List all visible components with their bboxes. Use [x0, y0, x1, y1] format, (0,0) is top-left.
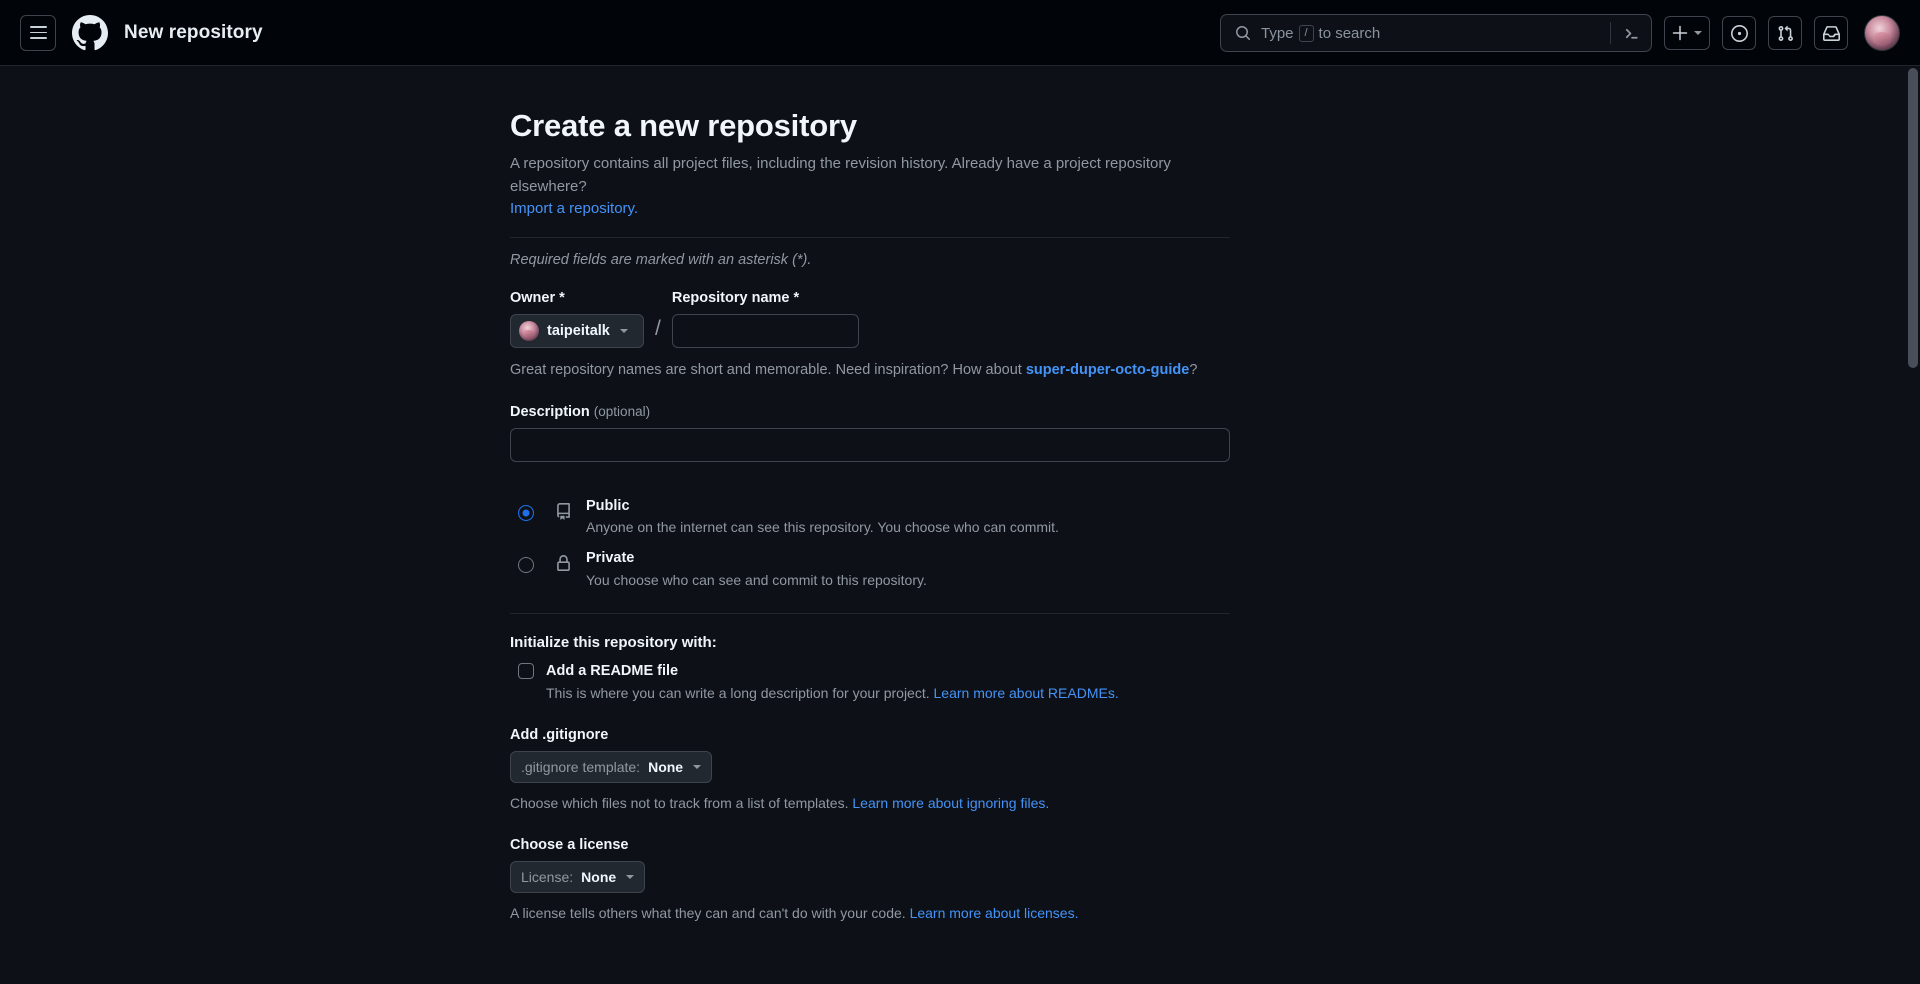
description-input[interactable] [510, 427, 1230, 462]
license-note-text: A license tells others what they can and… [510, 905, 906, 921]
search-placeholder: Type / to search [1261, 24, 1610, 42]
gitignore-dropdown-prefix: .gitignore template: [521, 759, 641, 775]
repository-name-hint-prefix: Great repository names are short and mem… [510, 361, 1022, 378]
owner-name-separator: / [655, 316, 661, 340]
repository-name-label: Repository name * [671, 289, 800, 306]
readme-learn-more-link[interactable]: Learn more about READMEs. [934, 685, 1119, 701]
private-title: Private [586, 550, 635, 567]
repository-name-hint: Great repository names are short and mem… [510, 362, 1390, 378]
avatar[interactable] [1864, 15, 1900, 51]
required-fields-note: Required fields are marked with an aster… [510, 251, 812, 268]
readme-label: Add a README file [546, 663, 679, 679]
page-scrollbar[interactable] [1906, 66, 1920, 984]
global-header: New repository Type / to search [0, 0, 1920, 66]
header-left-group: New repository [20, 14, 263, 51]
terminal-icon[interactable] [1611, 14, 1651, 52]
page-description: A repository contains all project files,… [510, 153, 1240, 221]
license-note: A license tells others what they can and… [510, 905, 1390, 921]
divider [510, 613, 1230, 614]
search-icon [1235, 25, 1251, 41]
owner-and-name-row: Owner * taipeitalk / Repository name * [510, 290, 1390, 348]
chevron-down-icon [619, 328, 628, 333]
import-repository-link[interactable]: Import a repository. [510, 200, 638, 217]
new-repository-form: Create a new repository A repository con… [510, 66, 1390, 921]
public-radio[interactable] [518, 504, 534, 521]
private-description: You choose who can see and commit to thi… [586, 572, 927, 588]
license-dropdown-prefix: License: [521, 869, 574, 885]
repository-name-hint-suffix: ? [1189, 361, 1198, 378]
search-placeholder-suffix: to search [1318, 24, 1381, 42]
owner-label: Owner * [510, 289, 565, 306]
license-section: Choose a license License: None A license… [510, 837, 1390, 921]
initialize-title: Initialize this repository with: [510, 634, 717, 651]
readme-description-text: This is where you can write a long descr… [546, 685, 930, 701]
create-new-button[interactable] [1664, 16, 1710, 50]
page-description-text: A repository contains all project files,… [510, 155, 1171, 195]
description-field: Description (optional) [510, 404, 1390, 462]
public-option-text: Public Anyone on the internet can see th… [586, 494, 1059, 539]
gitignore-label: Add .gitignore [510, 727, 609, 743]
visibility-option-public[interactable]: Public Anyone on the internet can see th… [510, 490, 1390, 543]
public-title: Public [586, 497, 630, 514]
repository-name-suggestion-link[interactable]: super-duper-octo-guide [1026, 362, 1190, 378]
initialize-section: Initialize this repository with: Add a R… [510, 634, 1390, 701]
license-dropdown-value: None [581, 869, 617, 885]
license-learn-more-link[interactable]: Learn more about licenses. [910, 905, 1079, 921]
page-title: Create a new repository [510, 108, 857, 143]
description-label: Description (optional) [510, 404, 1390, 420]
search-input[interactable]: Type / to search [1220, 14, 1652, 52]
visibility-option-private[interactable]: Private You choose who can see and commi… [510, 542, 1390, 595]
hamburger-menu-icon[interactable] [20, 14, 56, 51]
divider [510, 236, 1230, 238]
license-dropdown[interactable]: License: None [510, 861, 646, 893]
header-page-title: New repository [124, 21, 263, 43]
private-option-text: Private You choose who can see and commi… [586, 546, 927, 591]
readme-checkbox[interactable] [518, 663, 534, 679]
owner-avatar [519, 320, 539, 341]
main-content: Create a new repository A repository con… [0, 66, 1920, 984]
gitignore-dropdown-value: None [648, 759, 684, 775]
search-slash-key: / [1298, 24, 1314, 42]
private-radio[interactable] [518, 557, 534, 574]
visibility-options: Public Anyone on the internet can see th… [510, 490, 1390, 596]
gitignore-template-dropdown[interactable]: .gitignore template: None [510, 751, 713, 783]
issues-button[interactable] [1722, 16, 1756, 50]
license-label: Choose a license [510, 837, 629, 853]
public-description: Anyone on the internet can see this repo… [586, 519, 1059, 536]
gitignore-note-text: Choose which files not to track from a l… [510, 795, 849, 811]
search-placeholder-prefix: Type [1261, 24, 1294, 42]
chevron-down-icon [1694, 31, 1702, 35]
github-logo-icon[interactable] [72, 14, 108, 51]
repository-name-field: Repository name * [671, 289, 859, 348]
owner-value: taipeitalk [547, 322, 610, 339]
owner-select[interactable]: taipeitalk [510, 313, 644, 348]
notifications-button[interactable] [1814, 16, 1848, 50]
repo-icon [555, 502, 572, 523]
chevron-down-icon [626, 875, 635, 879]
pull-requests-button[interactable] [1768, 16, 1802, 50]
readme-row[interactable]: Add a README file [518, 663, 1390, 679]
scrollbar-thumb[interactable] [1908, 68, 1918, 368]
gitignore-section: Add .gitignore .gitignore template: None… [510, 727, 1390, 811]
gitignore-learn-more-link[interactable]: Learn more about ignoring files. [852, 795, 1049, 811]
lock-icon [555, 555, 572, 575]
chevron-down-icon [693, 765, 702, 769]
repository-name-input[interactable] [671, 313, 859, 348]
owner-field: Owner * taipeitalk [510, 290, 644, 348]
readme-description: This is where you can write a long descr… [546, 685, 1390, 701]
description-optional-text: (optional) [593, 403, 651, 419]
gitignore-note: Choose which files not to track from a l… [510, 795, 1390, 811]
description-label-text: Description [510, 403, 590, 420]
header-right-group: Type / to search [1220, 0, 1900, 66]
